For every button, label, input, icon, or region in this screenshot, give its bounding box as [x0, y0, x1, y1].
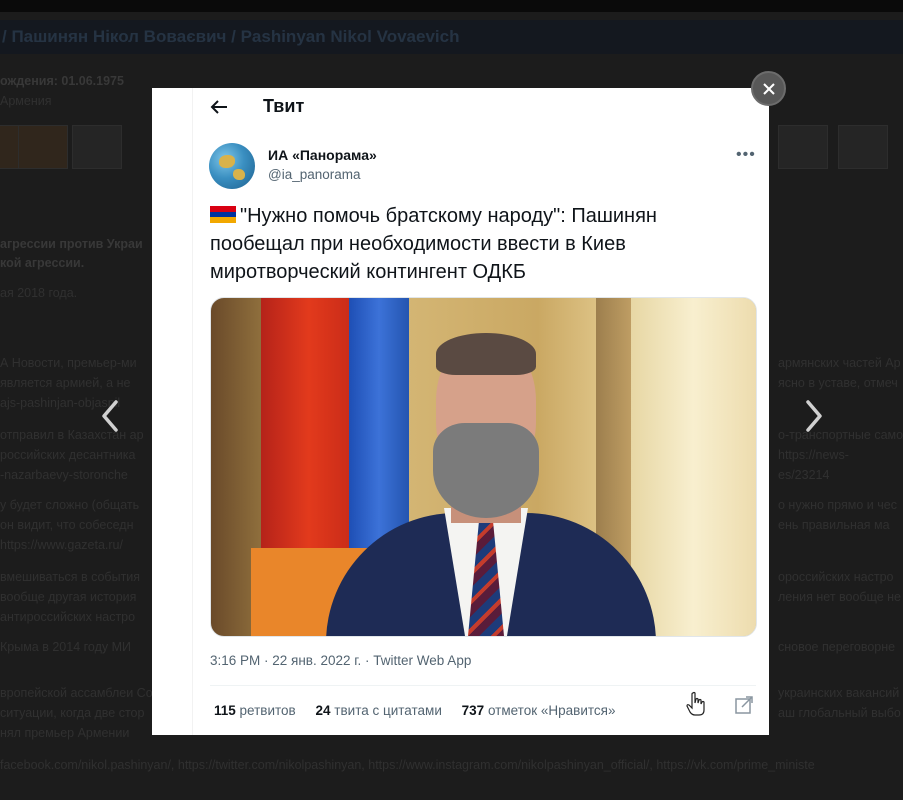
- tweet-stats: 115 ретвитов 24 твита с цитатами 737 отм…: [214, 703, 631, 718]
- lightbox-modal: Твит ИА «Панорама» @ia_panorama ••• "Нуж…: [152, 88, 769, 735]
- column-divider: [192, 88, 193, 735]
- back-button[interactable]: [208, 96, 230, 118]
- divider: [210, 685, 756, 686]
- tweet-page-title: Твит: [263, 96, 305, 116]
- chevron-left-icon: [102, 400, 118, 432]
- tweet-text: "Нужно помочь братскому народу": Пашинян…: [210, 202, 730, 286]
- open-external-icon[interactable]: [734, 695, 754, 715]
- tweet-body: "Нужно помочь братскому народу": Пашинян…: [210, 205, 657, 283]
- next-image-button[interactable]: [798, 396, 828, 436]
- tweet-photo[interactable]: [210, 297, 757, 637]
- hand-pointer-icon: [686, 691, 706, 717]
- arrow-left-icon: [210, 100, 227, 114]
- more-options-icon[interactable]: •••: [736, 146, 756, 164]
- close-button[interactable]: [751, 71, 786, 106]
- tweet-timestamp[interactable]: 3:16 PM · 22 янв. 2022 г. · Twitter Web …: [210, 653, 471, 668]
- chevron-right-icon: [806, 400, 822, 432]
- prev-image-button[interactable]: [96, 396, 126, 436]
- tweet-header: Твит: [152, 88, 769, 128]
- likes-stat[interactable]: 737 отметок «Нравится»: [462, 703, 616, 718]
- author-name[interactable]: ИА «Панорама»: [268, 147, 377, 163]
- author-handle[interactable]: @ia_panorama: [268, 167, 361, 182]
- retweets-stat[interactable]: 115 ретвитов: [214, 703, 296, 718]
- armenia-flag-icon: [210, 206, 236, 223]
- quotes-stat[interactable]: 24 твита с цитатами: [316, 703, 442, 718]
- close-icon: [762, 82, 775, 95]
- author-avatar[interactable]: [209, 143, 255, 189]
